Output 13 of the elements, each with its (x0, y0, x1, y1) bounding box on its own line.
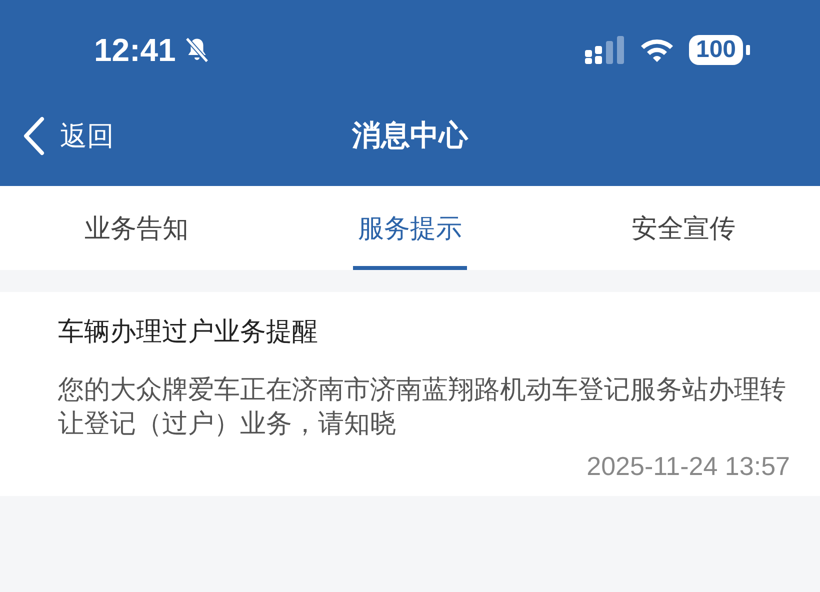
signal-icon (585, 36, 625, 64)
page-title: 消息中心 (352, 117, 468, 154)
message-time: 2025-11-24 13:57 (586, 451, 790, 482)
battery-tip-icon (746, 45, 750, 55)
message-body: 您的大众牌爱车正在济南市济南蓝翔路机动车登记服务站办理转让登记（过户）业务，请知晓 (58, 374, 787, 441)
back-button[interactable]: 返回 (22, 116, 114, 156)
battery-level: 100 (689, 35, 743, 65)
status-time: 12:41 (94, 32, 176, 68)
tab[interactable]: 服务提示 (273, 186, 547, 270)
message-title: 车辆办理过户业务提醒 (58, 316, 319, 349)
back-chevron-icon (22, 116, 46, 156)
tab[interactable]: 业务告知 (0, 186, 274, 270)
tab[interactable]: 安全宣传 (546, 186, 820, 270)
